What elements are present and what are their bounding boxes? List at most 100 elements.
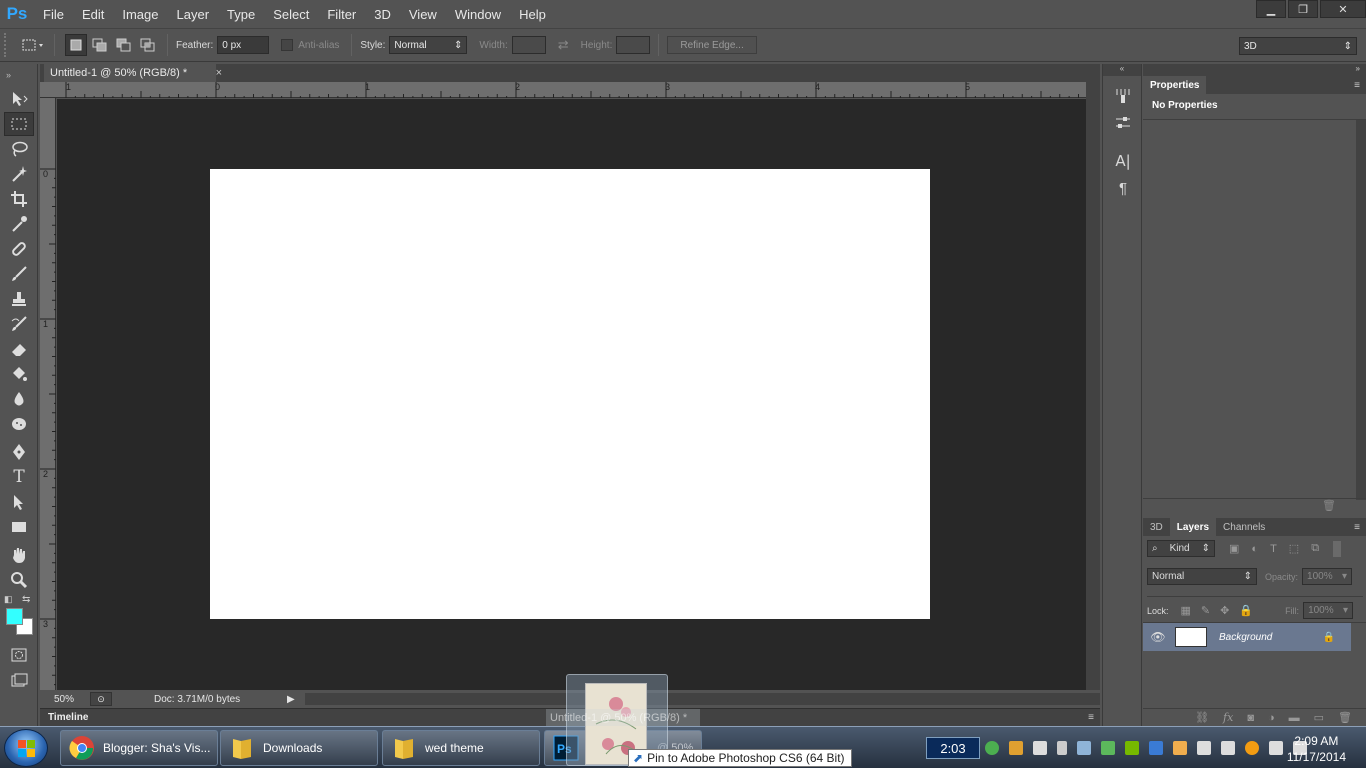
tab-3d[interactable]: 3D xyxy=(1143,518,1170,536)
menu-filter[interactable]: Filter xyxy=(318,0,365,28)
menu-window[interactable]: Window xyxy=(446,0,510,28)
eye-icon[interactable]: 👁 xyxy=(1143,630,1173,644)
zoom-level[interactable]: 50% xyxy=(40,694,90,705)
history-brush-tool[interactable] xyxy=(4,312,34,336)
blend-mode-select[interactable]: Normal ⇕ xyxy=(1147,568,1257,585)
taskbar-item-downloads[interactable]: Downloads xyxy=(220,730,378,766)
hand-tool[interactable] xyxy=(4,543,34,567)
tab-layers[interactable]: Layers xyxy=(1169,518,1217,536)
zoom-tool[interactable] xyxy=(4,568,34,592)
vertical-ruler[interactable]: 0 1 2 3 xyxy=(40,98,56,690)
move-tool[interactable] xyxy=(4,87,34,111)
layer-row[interactable]: 👁 Background 🔒 xyxy=(1143,623,1351,651)
brush-tool[interactable] xyxy=(4,262,34,286)
menu-edit[interactable]: Edit xyxy=(73,0,113,28)
document-tab[interactable]: Untitled-1 @ 50% (RGB/8) * × xyxy=(44,64,222,82)
add-mask-icon[interactable]: ◙ xyxy=(1247,712,1254,724)
options-grip[interactable] xyxy=(4,33,12,57)
tab-properties[interactable]: Properties xyxy=(1143,76,1207,94)
workspace-select[interactable]: 3D ⇕ xyxy=(1239,37,1357,55)
new-group-icon[interactable]: ▬ xyxy=(1289,712,1300,724)
adjustment-layer-icon[interactable]: ◑ xyxy=(1268,712,1275,724)
paint-bucket-tool[interactable] xyxy=(4,362,34,386)
quick-mask-button[interactable] xyxy=(4,643,34,667)
document-canvas[interactable] xyxy=(210,169,930,619)
filter-adjustment-icon[interactable]: ◐ xyxy=(1251,543,1258,555)
bluetooth-icon[interactable] xyxy=(1149,741,1163,755)
add-selection-button[interactable] xyxy=(89,34,111,56)
default-colors-icon[interactable]: ◧ xyxy=(4,594,13,605)
battery-icon[interactable] xyxy=(1101,741,1115,755)
magic-wand-tool[interactable] xyxy=(4,162,34,186)
sponge-tool[interactable] xyxy=(4,412,34,436)
close-tab-icon[interactable]: × xyxy=(216,67,222,79)
close-button[interactable]: ✕ xyxy=(1320,0,1366,18)
wifi-hotspot-icon[interactable] xyxy=(1173,741,1187,755)
taskbar-item-wed-theme[interactable]: wed theme xyxy=(382,730,540,766)
taskbar-item-chrome[interactable]: Blogger: Sha's Vis... xyxy=(60,730,218,766)
fx-icon[interactable]: fx xyxy=(1223,711,1233,724)
fill-input[interactable]: 100% ▾ xyxy=(1303,602,1354,619)
properties-scrollbar[interactable] xyxy=(1356,120,1366,500)
feather-input[interactable]: 0 px xyxy=(217,36,270,54)
check-icon[interactable] xyxy=(1009,741,1023,755)
swap-colors-icon[interactable]: ⇆ xyxy=(22,594,30,605)
opacity-input[interactable]: 100% ▾ xyxy=(1302,568,1353,585)
style-select[interactable]: Normal ⇕ xyxy=(389,36,468,54)
antialias-checkbox[interactable] xyxy=(281,39,294,51)
path-selection-tool[interactable] xyxy=(4,490,34,514)
pen-tool[interactable] xyxy=(4,440,34,464)
delete-layer-icon[interactable]: 🗑 xyxy=(1338,711,1352,724)
link-layers-icon[interactable]: ⛓ xyxy=(1195,711,1209,724)
crop-tool[interactable] xyxy=(4,187,34,211)
lock-pixels-icon[interactable]: ✎ xyxy=(1201,604,1210,617)
taskbar-clock[interactable]: 2:09 AM 11/17/2014 xyxy=(1287,733,1346,765)
filter-smart-object-icon[interactable]: ⧉ xyxy=(1311,542,1319,555)
filter-pixel-icon[interactable]: ▣ xyxy=(1229,542,1239,555)
subtract-selection-button[interactable] xyxy=(113,34,135,56)
status-arrow-icon[interactable]: ▶ xyxy=(287,694,297,705)
refine-edge-button[interactable]: Refine Edge... xyxy=(667,36,757,54)
adjustments-panel-button[interactable] xyxy=(1108,111,1138,135)
paragraph-panel-button[interactable]: ¶ xyxy=(1108,176,1138,200)
lock-position-icon[interactable]: ✥ xyxy=(1220,604,1229,617)
rectangular-marquee-tool[interactable] xyxy=(4,112,34,136)
panel-menu-icon[interactable]: ≡ xyxy=(1354,522,1360,533)
norton-icon[interactable] xyxy=(1245,741,1259,755)
swap-dimensions-icon[interactable]: ⇄ xyxy=(558,37,569,53)
eraser-tool[interactable] xyxy=(4,337,34,361)
panel-collapse-icon[interactable]: » xyxy=(1143,64,1366,76)
tool-preset-picker[interactable] xyxy=(20,34,46,56)
menu-type[interactable]: Type xyxy=(218,0,264,28)
dock-collapse-icon[interactable]: « xyxy=(1103,64,1141,76)
vertical-scrollbar[interactable] xyxy=(1086,82,1100,690)
lock-transparency-icon[interactable]: ▦ xyxy=(1181,604,1191,617)
lasso-tool[interactable] xyxy=(4,137,34,161)
menu-image[interactable]: Image xyxy=(113,0,167,28)
toolbox-collapse-icon[interactable]: » xyxy=(0,64,37,86)
panel-menu-icon[interactable]: ≡ xyxy=(1354,80,1360,91)
start-button[interactable] xyxy=(4,729,48,767)
shield-icon[interactable] xyxy=(985,741,999,755)
menu-view[interactable]: View xyxy=(400,0,446,28)
menu-select[interactable]: Select xyxy=(264,0,318,28)
canvas-pasteboard[interactable] xyxy=(57,99,1086,690)
screen-mode-button[interactable] xyxy=(4,668,34,692)
type-tool[interactable]: T xyxy=(4,465,34,489)
usb-icon[interactable] xyxy=(1197,741,1211,755)
rectangle-tool[interactable] xyxy=(4,515,34,539)
status-menu-icon[interactable]: ⊙ xyxy=(90,692,112,706)
width-input[interactable] xyxy=(511,36,546,54)
character-panel-button[interactable]: A| xyxy=(1108,149,1138,173)
filter-type-icon[interactable]: T xyxy=(1270,543,1277,555)
menu-layer[interactable]: Layer xyxy=(168,0,219,28)
menu-help[interactable]: Help xyxy=(510,0,555,28)
nvidia-icon[interactable] xyxy=(1125,741,1139,755)
signal-icon[interactable] xyxy=(1269,741,1283,755)
new-layer-icon[interactable]: ▭ xyxy=(1314,711,1324,724)
new-selection-button[interactable] xyxy=(65,34,87,56)
timeline-tab[interactable]: Timeline xyxy=(48,712,88,723)
flag-icon[interactable] xyxy=(1057,741,1067,755)
clone-stamp-tool[interactable] xyxy=(4,287,34,311)
horizontal-scrollbar[interactable] xyxy=(305,693,1100,705)
